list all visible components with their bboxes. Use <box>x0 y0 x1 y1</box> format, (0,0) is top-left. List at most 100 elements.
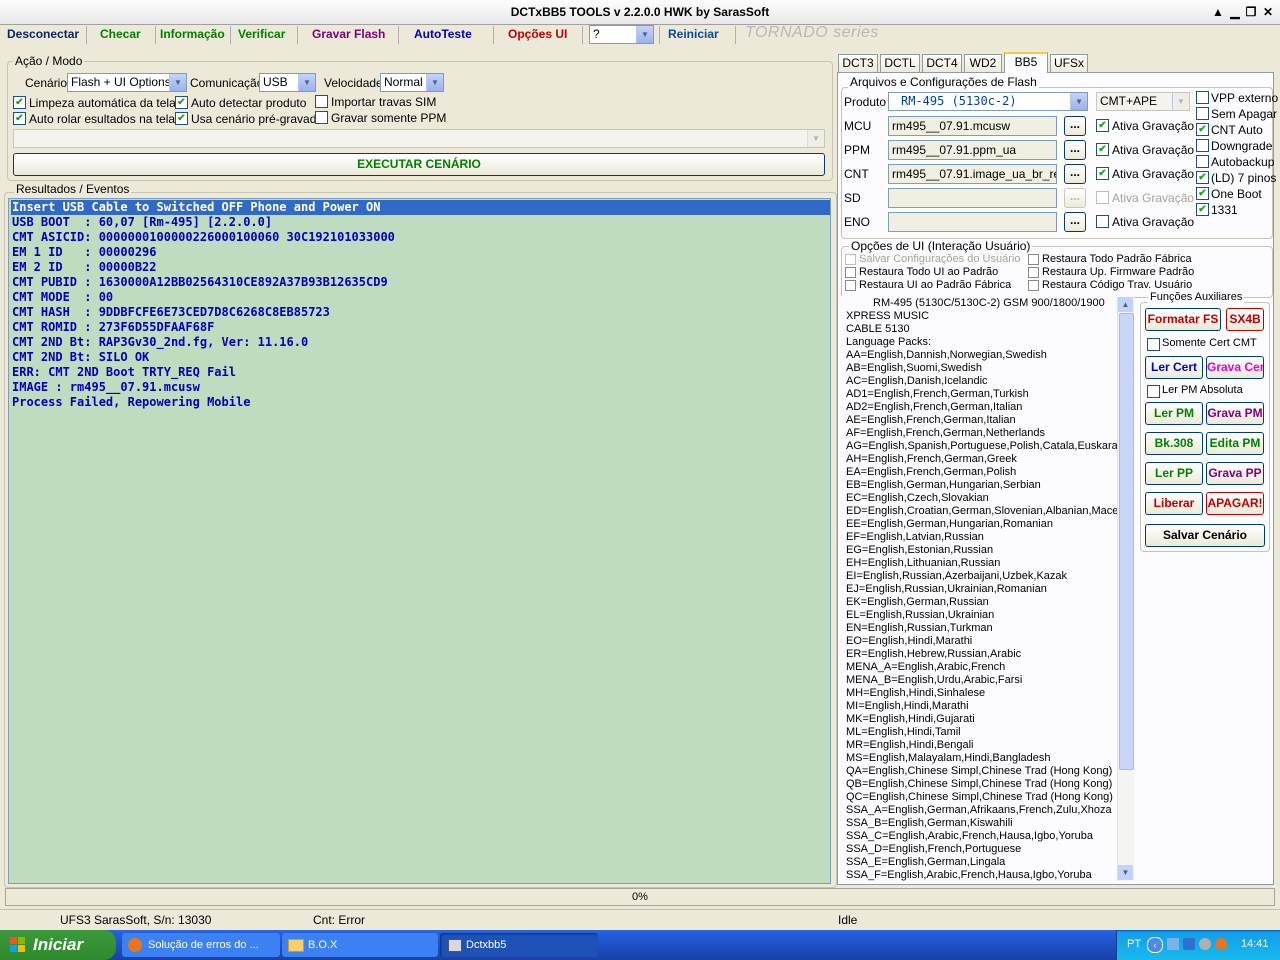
sx4b-button[interactable]: SX4B <box>1226 308 1264 331</box>
ppm-browse-button[interactable]: ... <box>1064 140 1086 160</box>
product-info-list[interactable]: RM-495 (5130C/5130C-2) GSM 900/1800/1900… <box>842 296 1134 882</box>
liberar-button[interactable]: Liberar <box>1145 492 1203 515</box>
apagar-button[interactable]: APAGAR! <box>1206 492 1264 515</box>
usa-cenario-checkbox[interactable]: ✔ <box>175 112 188 125</box>
importar-travas-checkbox[interactable] <box>315 95 328 108</box>
cnt-field[interactable]: rm495__07.91.image_ua_br_red <box>888 164 1057 184</box>
sd-ativa-checkbox[interactable] <box>1096 191 1109 204</box>
language-indicator[interactable]: PT <box>1127 938 1141 950</box>
cnt-browse-button[interactable]: ... <box>1064 164 1086 184</box>
eno-browse-button[interactable]: ... <box>1064 212 1086 232</box>
tab-bb5[interactable]: BB5 <box>1004 52 1048 73</box>
network-icon[interactable] <box>1167 938 1179 950</box>
edita-pm-button[interactable]: Edita PM <box>1206 432 1264 455</box>
chevron-down-icon[interactable]: ▼ <box>169 74 186 91</box>
ler-cert-button[interactable]: Ler Cert <box>1145 356 1203 379</box>
cenario-select[interactable]: Flash + UI Options ▼ <box>67 73 187 92</box>
scroll-up-icon[interactable]: ▲ <box>1118 297 1133 312</box>
auto-rolar-checkbox[interactable]: ✔ <box>13 112 26 125</box>
restaura-todo-fabrica-checkbox[interactable] <box>1028 254 1039 265</box>
one-boot-checkbox[interactable]: ✔ <box>1196 187 1209 200</box>
grava-pm-button[interactable]: Grava PM <box>1206 402 1264 425</box>
velocidade-select[interactable]: Normal ▼ <box>380 73 444 92</box>
informacao-button[interactable]: Informação <box>160 27 225 41</box>
ppm-field[interactable]: rm495__07.91.ppm_ua <box>888 140 1057 160</box>
checar-button[interactable]: Checar <box>100 27 141 41</box>
1331-checkbox[interactable]: ✔ <box>1196 203 1209 216</box>
mcu-field[interactable]: rm495__07.91.mcusw <box>888 116 1057 136</box>
restaura-firmware-checkbox[interactable] <box>1028 267 1039 278</box>
chevron-down-icon[interactable]: ▼ <box>1172 93 1189 110</box>
toolbar-combo[interactable]: ? ▼ <box>589 25 654 44</box>
cnt-ativa-checkbox[interactable]: ✔ <box>1096 167 1109 180</box>
desconectar-button[interactable]: Desconectar <box>7 27 79 41</box>
scroll-down-icon[interactable]: ▼ <box>1118 865 1133 880</box>
restaura-ui-fabrica-checkbox[interactable] <box>845 280 856 291</box>
formatar-fs-button[interactable]: Formatar FS <box>1145 308 1221 331</box>
comunicacao-select[interactable]: USB ▼ <box>259 73 316 92</box>
tab-ufsx[interactable]: UFSx <box>1050 54 1088 72</box>
tab-dct3[interactable]: DCT3 <box>838 54 878 72</box>
restaura-codigo-checkbox[interactable] <box>1028 280 1039 291</box>
maximize-button[interactable]: ❐ <box>1243 5 1259 19</box>
restaura-todo-ui-checkbox[interactable] <box>845 267 856 278</box>
minimize-icon[interactable]: ▁ <box>1227 5 1243 19</box>
grava-pp-button[interactable]: Grava PP <box>1206 462 1264 485</box>
gravar-ppm-checkbox[interactable] <box>315 111 328 124</box>
task-box[interactable]: B.O.X <box>282 933 438 957</box>
status-serial: UFS3 SarasSoft, S/n: 13030 <box>60 913 212 927</box>
mcu-ativa-checkbox[interactable]: ✔ <box>1096 119 1109 132</box>
autobackup-checkbox[interactable] <box>1196 155 1209 168</box>
produto-select[interactable]: RM-495 (5130c-2) ▼ <box>888 92 1088 111</box>
scenario-list-select[interactable]: ▼ <box>13 129 825 148</box>
ler-pm-button[interactable]: Ler PM <box>1145 402 1203 425</box>
autoteste-button[interactable]: AutoTeste <box>414 27 472 41</box>
bk308-button[interactable]: Bk.308 <box>1145 432 1203 455</box>
chevron-left-icon[interactable]: ‹ <box>1147 937 1163 953</box>
sd-browse-button[interactable]: ... <box>1064 188 1086 208</box>
chevron-down-icon[interactable]: ▼ <box>636 26 653 43</box>
mcu-browse-button[interactable]: ... <box>1064 116 1086 136</box>
chevron-down-icon[interactable]: ▼ <box>807 130 824 147</box>
cnt-auto-checkbox[interactable]: ✔ <box>1196 123 1209 136</box>
ppm-ativa-checkbox[interactable]: ✔ <box>1096 143 1109 156</box>
chevron-down-icon[interactable]: ▼ <box>298 74 315 91</box>
grava-cert-button[interactable]: Grava Cert <box>1206 356 1264 379</box>
tab-dct4[interactable]: DCT4 <box>922 54 962 72</box>
limpeza-checkbox[interactable]: ✔ <box>13 96 26 109</box>
results-log[interactable]: Insert USB Cable to Switched OFF Phone a… <box>8 198 831 884</box>
tab-wd2[interactable]: WD2 <box>964 54 1002 72</box>
close-button[interactable]: ✕ <box>1260 5 1276 19</box>
eno-ativa-checkbox[interactable] <box>1096 215 1109 228</box>
verificar-button[interactable]: Verificar <box>238 27 285 41</box>
sd-field[interactable] <box>888 188 1057 208</box>
scroll-thumb[interactable] <box>1119 313 1134 770</box>
reiniciar-button[interactable]: Reiniciar <box>668 27 719 41</box>
executar-cenario-button[interactable]: EXECUTAR CENÁRIO <box>13 153 825 176</box>
vpp-externo-checkbox[interactable] <box>1196 91 1209 104</box>
somente-cert-checkbox[interactable] <box>1147 338 1160 351</box>
auto-detectar-checkbox[interactable]: ✔ <box>175 96 188 109</box>
sem-apagar-checkbox[interactable] <box>1196 107 1209 120</box>
minimize-button[interactable]: ▲ <box>1210 5 1226 19</box>
ld-7-pinos-checkbox[interactable]: ✔ <box>1196 171 1209 184</box>
chevron-down-icon[interactable]: ▼ <box>426 74 443 91</box>
gravar-flash-button[interactable]: Gravar Flash <box>312 27 385 41</box>
salvar-config-checkbox[interactable] <box>845 254 856 265</box>
volume-icon[interactable] <box>1199 938 1211 950</box>
opcoes-ui-button[interactable]: Opções UI <box>508 27 567 41</box>
task-dctxbb5[interactable]: Dctxbb5 <box>440 933 598 957</box>
info-scrollbar[interactable]: ▲ ▼ <box>1117 297 1134 881</box>
salvar-cenario-button[interactable]: Salvar Cenário <box>1145 524 1265 547</box>
chevron-down-icon[interactable]: ▼ <box>1070 93 1087 110</box>
eno-field[interactable] <box>888 212 1057 232</box>
start-button[interactable]: Iniciar <box>0 930 116 960</box>
downgrade-checkbox[interactable] <box>1196 139 1209 152</box>
usb-icon[interactable] <box>1183 938 1195 950</box>
update-icon[interactable] <box>1215 938 1227 950</box>
mode-select[interactable]: CMT+APE ▼ <box>1096 92 1190 111</box>
task-browser[interactable]: Solução de erros do ... <box>122 933 280 957</box>
tab-dctl[interactable]: DCTL <box>880 54 920 72</box>
ler-pm-absoluta-checkbox[interactable] <box>1147 385 1160 398</box>
ler-pp-button[interactable]: Ler PP <box>1145 462 1203 485</box>
